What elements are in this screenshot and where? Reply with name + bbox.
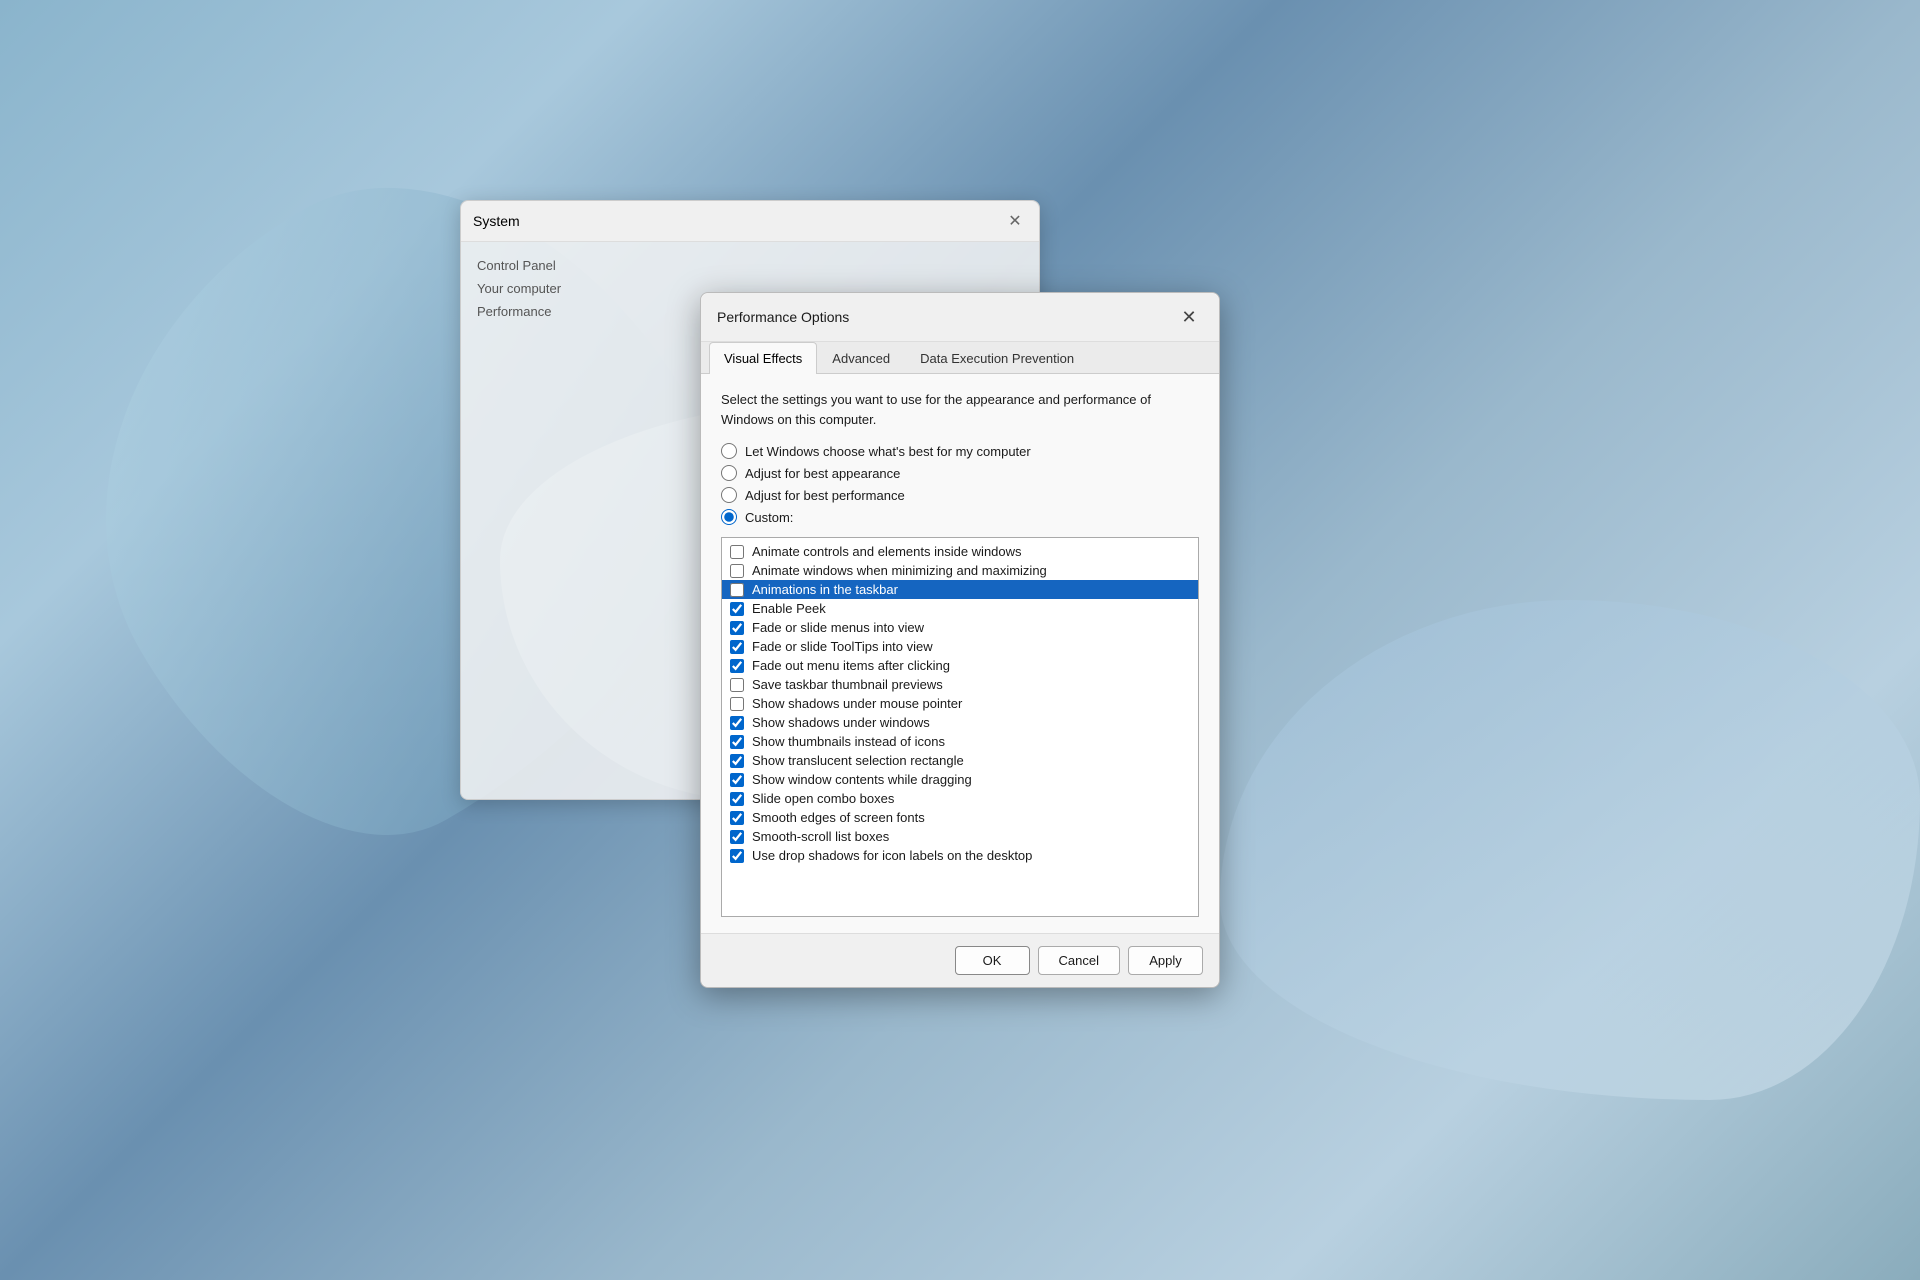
checkbox-label-11: Show translucent selection rectangle [752, 753, 964, 768]
checkbox-item[interactable]: Use drop shadows for icon labels on the … [722, 846, 1198, 865]
radio-best-performance[interactable] [721, 487, 737, 503]
checkbox-input-15[interactable] [730, 830, 744, 844]
checkbox-input-13[interactable] [730, 792, 744, 806]
checkbox-item[interactable]: Smooth edges of screen fonts [722, 808, 1198, 827]
checkbox-item[interactable]: Animations in the taskbar [722, 580, 1198, 599]
checkbox-input-9[interactable] [730, 716, 744, 730]
dialog-title: Performance Options [717, 309, 1175, 325]
dialog-description: Select the settings you want to use for … [721, 390, 1199, 429]
checkbox-label-2: Animations in the taskbar [752, 582, 898, 597]
radio-auto-label: Let Windows choose what's best for my co… [745, 444, 1031, 459]
checkbox-label-7: Save taskbar thumbnail previews [752, 677, 943, 692]
tab-visual-effects[interactable]: Visual Effects [709, 342, 817, 374]
ok-button[interactable]: OK [955, 946, 1030, 975]
checkbox-label-13: Slide open combo boxes [752, 791, 894, 806]
checkbox-item[interactable]: Show shadows under mouse pointer [722, 694, 1198, 713]
checkbox-input-10[interactable] [730, 735, 744, 749]
checkbox-input-2[interactable] [730, 583, 744, 597]
dialog-body: Select the settings you want to use for … [701, 374, 1219, 933]
radio-group: Let Windows choose what's best for my co… [721, 443, 1199, 525]
checkbox-input-6[interactable] [730, 659, 744, 673]
cancel-button[interactable]: Cancel [1038, 946, 1120, 975]
radio-option-best-appearance[interactable]: Adjust for best appearance [721, 465, 1199, 481]
checkbox-input-1[interactable] [730, 564, 744, 578]
checkbox-item[interactable]: Show window contents while dragging [722, 770, 1198, 789]
checkbox-input-11[interactable] [730, 754, 744, 768]
checkbox-label-8: Show shadows under mouse pointer [752, 696, 962, 711]
checkbox-item[interactable]: Fade out menu items after clicking [722, 656, 1198, 675]
checkbox-label-16: Use drop shadows for icon labels on the … [752, 848, 1032, 863]
checkbox-label-5: Fade or slide ToolTips into view [752, 639, 933, 654]
tab-advanced[interactable]: Advanced [817, 342, 905, 374]
checkbox-input-4[interactable] [730, 621, 744, 635]
checkbox-item[interactable]: Show shadows under windows [722, 713, 1198, 732]
checkbox-input-8[interactable] [730, 697, 744, 711]
dialog-close-button[interactable]: ✕ [1175, 303, 1203, 331]
checkbox-label-10: Show thumbnails instead of icons [752, 734, 945, 749]
checkbox-item[interactable]: Show thumbnails instead of icons [722, 732, 1198, 751]
checkbox-item[interactable]: Animate controls and elements inside win… [722, 542, 1198, 561]
checkbox-item[interactable]: Slide open combo boxes [722, 789, 1198, 808]
radio-custom[interactable] [721, 509, 737, 525]
radio-custom-label: Custom: [745, 510, 793, 525]
checkbox-label-15: Smooth-scroll list boxes [752, 829, 889, 844]
dialog-overlay: Performance Options ✕ Visual Effects Adv… [0, 0, 1920, 1280]
checkbox-item[interactable]: Enable Peek [722, 599, 1198, 618]
checkbox-item[interactable]: Show translucent selection rectangle [722, 751, 1198, 770]
checkbox-item[interactable]: Smooth-scroll list boxes [722, 827, 1198, 846]
apply-button[interactable]: Apply [1128, 946, 1203, 975]
checkbox-item[interactable]: Fade or slide ToolTips into view [722, 637, 1198, 656]
radio-auto[interactable] [721, 443, 737, 459]
radio-option-custom[interactable]: Custom: [721, 509, 1199, 525]
checkbox-input-16[interactable] [730, 849, 744, 863]
performance-options-dialog: Performance Options ✕ Visual Effects Adv… [700, 292, 1220, 988]
radio-option-best-performance[interactable]: Adjust for best performance [721, 487, 1199, 503]
radio-best-performance-label: Adjust for best performance [745, 488, 905, 503]
radio-option-auto[interactable]: Let Windows choose what's best for my co… [721, 443, 1199, 459]
checkbox-item[interactable]: Animate windows when minimizing and maxi… [722, 561, 1198, 580]
checkbox-input-5[interactable] [730, 640, 744, 654]
checkbox-item[interactable]: Save taskbar thumbnail previews [722, 675, 1198, 694]
checkbox-label-0: Animate controls and elements inside win… [752, 544, 1022, 559]
checkbox-label-1: Animate windows when minimizing and maxi… [752, 563, 1047, 578]
dialog-titlebar: Performance Options ✕ [701, 293, 1219, 342]
checkbox-label-12: Show window contents while dragging [752, 772, 972, 787]
checkbox-label-3: Enable Peek [752, 601, 826, 616]
dialog-footer: OK Cancel Apply [701, 933, 1219, 987]
checkbox-list: Animate controls and elements inside win… [721, 537, 1199, 917]
radio-best-appearance-label: Adjust for best appearance [745, 466, 900, 481]
checkbox-label-6: Fade out menu items after clicking [752, 658, 950, 673]
checkbox-item[interactable]: Fade or slide menus into view [722, 618, 1198, 637]
checkbox-input-3[interactable] [730, 602, 744, 616]
checkbox-label-14: Smooth edges of screen fonts [752, 810, 925, 825]
checkbox-label-9: Show shadows under windows [752, 715, 930, 730]
radio-best-appearance[interactable] [721, 465, 737, 481]
checkbox-label-4: Fade or slide menus into view [752, 620, 924, 635]
tab-dep[interactable]: Data Execution Prevention [905, 342, 1089, 374]
checkbox-input-7[interactable] [730, 678, 744, 692]
checkbox-input-14[interactable] [730, 811, 744, 825]
checkbox-input-0[interactable] [730, 545, 744, 559]
tab-bar: Visual Effects Advanced Data Execution P… [701, 342, 1219, 374]
checkbox-input-12[interactable] [730, 773, 744, 787]
